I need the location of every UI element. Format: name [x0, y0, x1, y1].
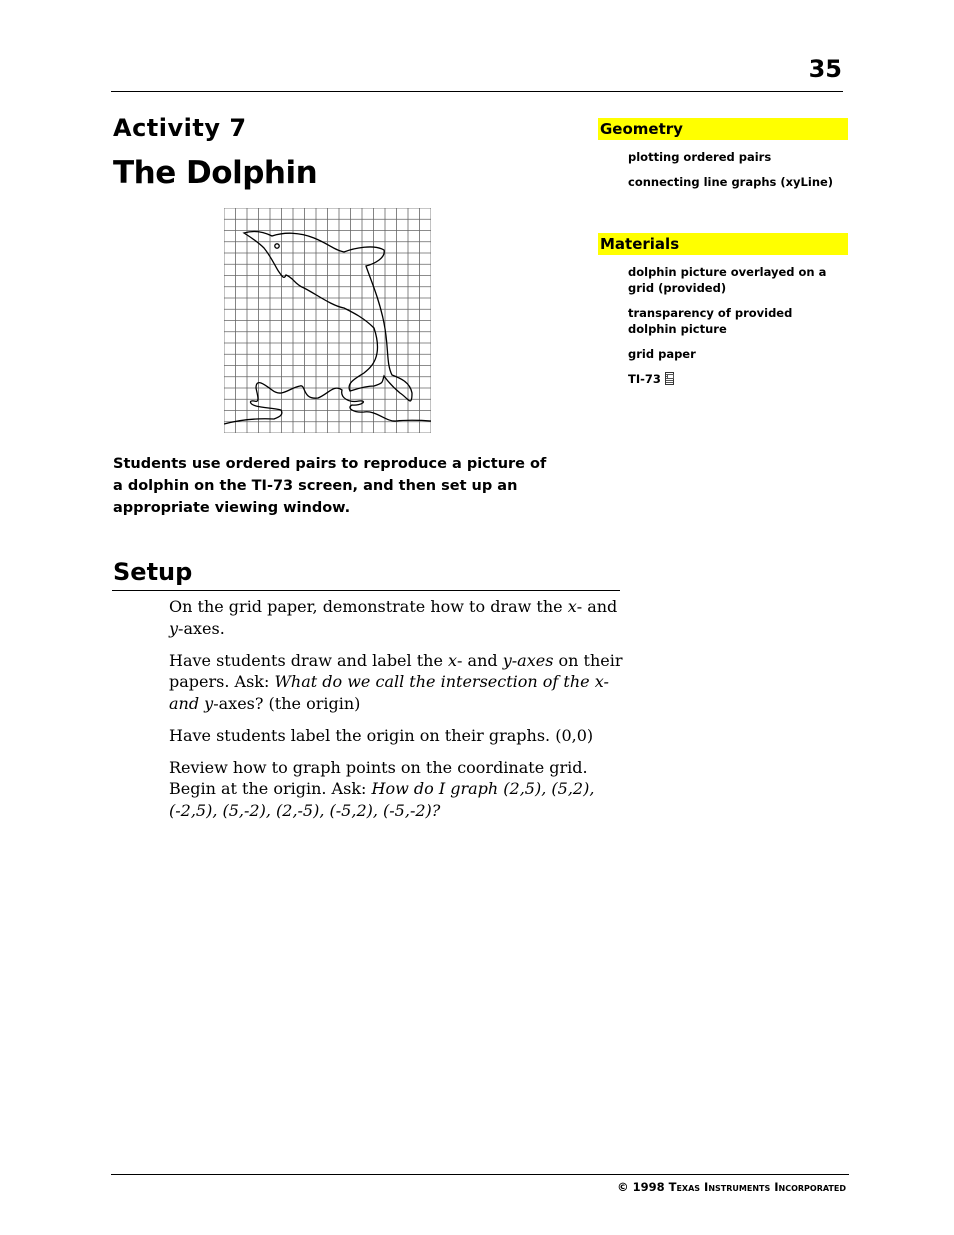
copyright: © 1998 Texas Instruments Incorporated [617, 1180, 846, 1194]
grid-lines [224, 208, 431, 433]
list-item: transparency of provided dolphin picture [628, 306, 793, 336]
dolphin-grid-figure [224, 208, 431, 433]
page-title: The Dolphin [113, 155, 318, 191]
setup-rule [112, 590, 620, 591]
list-item: plotting ordered pairs [628, 150, 772, 164]
header-rule [111, 91, 843, 92]
setup-paragraph-axes: On the grid paper, demonstrate how to dr… [169, 597, 618, 638]
calculator-icon [664, 372, 674, 385]
setup-paragraph-origin: Have students label the origin on their … [169, 725, 594, 745]
list-item: TI-73 [628, 371, 838, 387]
page-number: 35 [808, 55, 842, 83]
activity-label: Activity 7 [113, 114, 247, 142]
footer-rule [111, 1174, 849, 1175]
list-item: connecting line graphs (xyLine) [628, 175, 834, 189]
setup-paragraph-label-axes: Have students draw and label the x- and … [169, 650, 623, 713]
setup-heading: Setup [113, 558, 193, 586]
list-item: grid paper [628, 347, 696, 361]
sidebar-materials-header: Materials [598, 233, 848, 255]
setup-paragraph-graph-points: Review how to graph points on the coordi… [169, 757, 595, 820]
sidebar-geometry-header: Geometry [598, 118, 848, 140]
sidebar-geometry: Geometry plotting ordered pairs connecti… [598, 118, 848, 190]
setup-body: On the grid paper, demonstrate how to dr… [169, 596, 629, 832]
activity-summary: Students use ordered pairs to reproduce … [113, 456, 547, 516]
geometry-list: plotting ordered pairs connecting line g… [598, 149, 848, 190]
sidebar-materials: Materials dolphin picture overlayed on a… [598, 233, 848, 387]
list-item: dolphin picture overlayed on a grid (pro… [628, 265, 827, 295]
materials-list: dolphin picture overlayed on a grid (pro… [598, 264, 848, 387]
